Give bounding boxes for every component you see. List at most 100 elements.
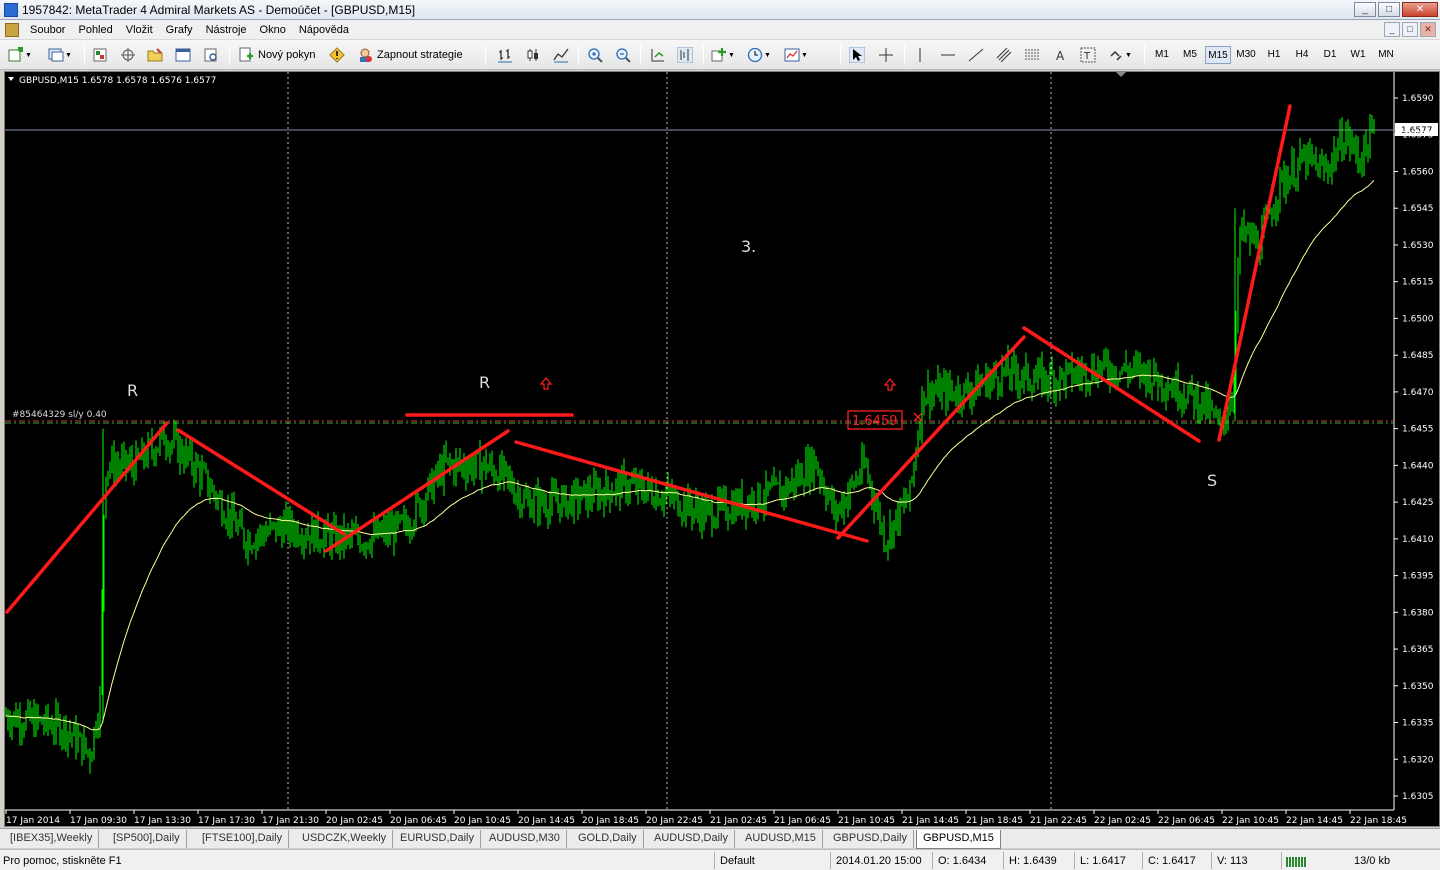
cursor-button[interactable] [849,45,865,65]
toolbar: ▼ ▼ Nový pokyn Zapnout strategie ▼ ▼ ▼ A… [0,40,1440,70]
time-axis-label: 17 Jan 09:30 [70,816,127,826]
chart-minimize-button[interactable]: _ [1384,22,1400,37]
text-label-button[interactable]: T [1080,45,1096,65]
menu-pohled[interactable]: Pohled [73,21,120,39]
tab-audusd-m15[interactable]: AUDUSD,M15 [739,830,823,848]
terminal-button[interactable] [175,45,191,65]
templates-button[interactable]: ▼ [784,45,808,65]
enable-strategies-label: Zapnout strategie [377,49,463,61]
timeframe-h4[interactable]: H4 [1289,46,1315,64]
menu-napoveda[interactable]: Nápověda [294,21,357,39]
tab-gold-daily[interactable]: GOLD,Daily [572,830,644,848]
timeframe-h1[interactable]: H1 [1261,46,1287,64]
profiles-button[interactable]: ▼ [48,45,72,65]
annotation-s: S [1207,471,1217,490]
chart-shift-button[interactable] [677,45,693,65]
arrows-button[interactable]: ▼ [1108,45,1132,65]
tab-usdczk-weekly[interactable]: USDCZK,Weekly [296,830,394,848]
tab-eurusd-daily[interactable]: EURUSD,Daily [394,830,481,848]
menu-nastroje[interactable]: Nástroje [201,21,255,39]
timeframe-m5[interactable]: M5 [1177,46,1203,64]
indicators-button[interactable]: ▼ [711,45,735,65]
metaeditor-button[interactable] [329,45,345,65]
text-button[interactable]: A [1053,45,1069,65]
price-chart[interactable]: 1.6459 1.6577 R R 3. S GBPUSD,M15 1.6578… [5,72,1440,828]
trendline-5 [836,335,1026,540]
chart-window-icon[interactable] [5,22,19,37]
timeframe-w1[interactable]: W1 [1345,46,1371,64]
trendline-2 [176,428,346,536]
enable-strategies-button[interactable]: Zapnout strategie [357,45,463,65]
periods-button[interactable]: ▼ [747,45,771,65]
tab-sp500-daily[interactable]: [SP500],Daily [107,830,187,848]
text-a-icon: A [1056,49,1065,63]
price-axis-label: 1.6560 [1402,167,1434,177]
menu-okno[interactable]: Okno [255,21,294,39]
vertical-line-button[interactable] [912,45,928,65]
tab-audusd-daily[interactable]: AUDUSD,Daily [648,830,735,848]
navigator-button[interactable] [147,45,163,65]
crosshair-button[interactable] [878,45,894,65]
equidistant-channel-button[interactable] [996,45,1012,65]
price-axis-label: 1.6410 [1402,535,1434,545]
indicators-icon [711,48,726,62]
trendline-button[interactable] [968,45,984,65]
timeframe-d1[interactable]: D1 [1317,46,1343,64]
chart-tabs: [IBEX35],Weekly [SP500],Daily [FTSE100],… [0,828,1440,849]
time-axis-label: 21 Jan 14:45 [902,816,959,826]
chart-menu-triangle-icon [8,77,14,81]
chart-restore-button[interactable]: □ [1402,22,1418,37]
zoom-in-button[interactable] [587,45,603,65]
timeframe-m15[interactable]: M15 [1205,46,1231,64]
fibonacci-button[interactable] [1024,45,1040,65]
tab-ibex35-weekly[interactable]: [IBEX35],Weekly [4,830,100,848]
buy-arrow-icon [883,378,897,391]
text-label-icon: T [1080,47,1096,63]
chart-window[interactable]: 1.6459 1.6577 R R 3. S GBPUSD,M15 1.6578… [4,71,1440,827]
minimize-button[interactable]: _ [1354,2,1376,17]
tab-ftse100-daily[interactable]: [FTSE100],Daily [196,830,290,848]
zoom-out-button[interactable] [615,45,631,65]
horizontal-line-button[interactable] [940,45,956,65]
close-button[interactable]: ✕ [1402,2,1438,17]
clock-icon [747,47,763,63]
tab-gbpusd-m15[interactable]: GBPUSD,M15 [916,830,1001,849]
buy-arrow-icon [539,377,553,390]
candlestick-button[interactable] [525,45,541,65]
menu-soubor[interactable]: Soubor [25,21,73,39]
maximize-button[interactable]: □ [1378,2,1400,17]
new-chart-button[interactable]: ▼ [8,45,32,65]
timeframe-m30[interactable]: M30 [1233,46,1259,64]
menu-vlozit[interactable]: Vložit [121,21,161,39]
auto-scroll-icon [651,49,664,62]
new-order-button[interactable]: Nový pokyn [238,45,315,65]
line-chart-button[interactable] [553,45,569,65]
strategy-tester-button[interactable] [203,45,219,65]
chart-info-line: GBPUSD,M15 1.6578 1.6578 1.6576 1.6577 [19,76,216,86]
status-low: L: 1.6417 [1080,855,1126,867]
horizontal-line-icon [941,54,955,56]
price-axis-label: 1.6590 [1402,94,1434,104]
bar-chart-icon [498,49,512,63]
title-bar: 1957842: MetaTrader 4 Admiral Markets AS… [0,0,1440,20]
tab-gbpusd-daily[interactable]: GBPUSD,Daily [827,830,914,848]
time-axis-label: 20 Jan 14:45 [518,816,575,826]
market-watch-button[interactable] [92,45,108,65]
auto-scroll-button[interactable] [650,45,666,65]
bar-chart-button[interactable] [497,45,513,65]
time-axis-label: 17 Jan 13:30 [134,816,191,826]
data-window-button[interactable] [120,45,136,65]
chart-close-button[interactable]: ✕ [1420,22,1436,37]
menu-grafy[interactable]: Grafy [161,21,201,39]
timeframe-mn[interactable]: MN [1373,46,1399,64]
price-axis-label: 1.6530 [1402,241,1434,251]
annotation-r2: R [479,373,490,392]
candles-layer [5,114,1375,774]
navigator-folder-icon [147,48,163,62]
tab-audusd-m30[interactable]: AUDUSD,M30 [483,830,567,848]
svg-text:A: A [1056,49,1065,63]
timeframe-m1[interactable]: M1 [1149,46,1175,64]
crosshair-icon [879,48,893,62]
price-axis-label: 1.6320 [1402,755,1434,765]
chart-shift-icon [677,47,693,63]
